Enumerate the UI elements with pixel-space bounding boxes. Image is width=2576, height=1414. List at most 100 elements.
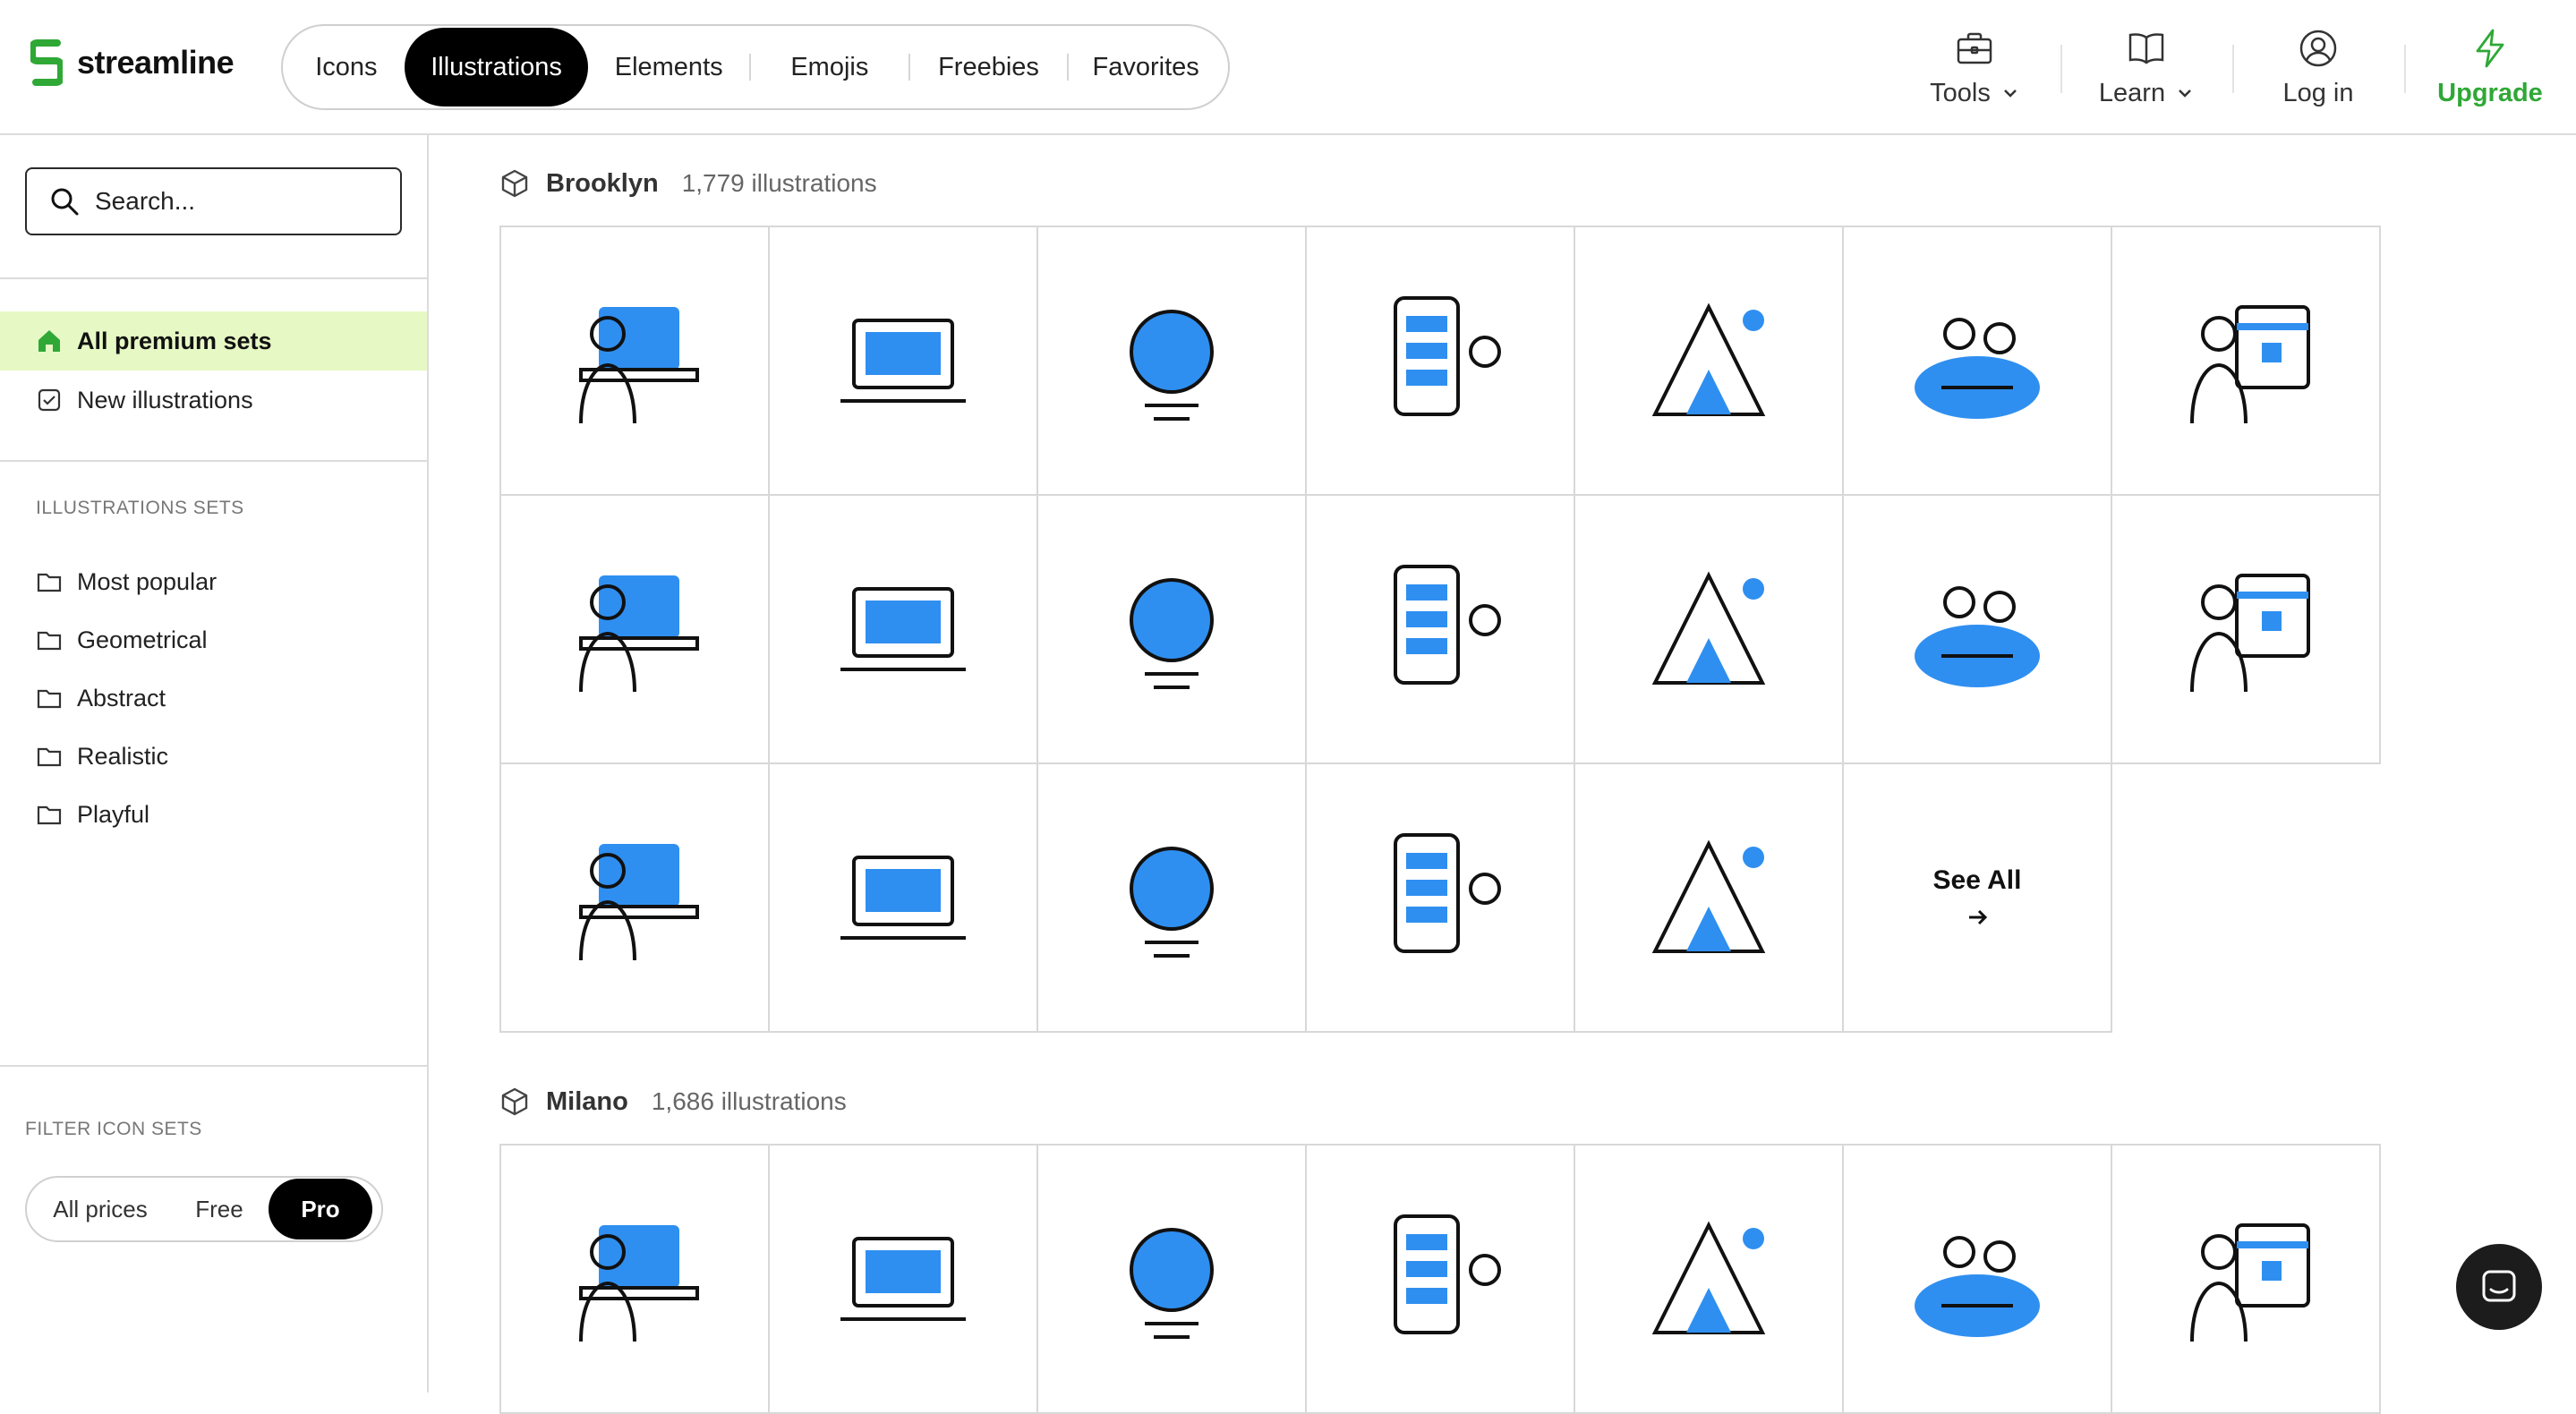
illustration-card-calendar-planning[interactable] <box>2111 226 2381 496</box>
sidebar-divider <box>0 460 427 462</box>
tab-icons[interactable]: Icons <box>288 28 405 106</box>
illustration-thumbnail-icon <box>1915 318 2040 419</box>
chat-icon <box>2482 1270 2516 1302</box>
illustration-card-running-treadmill[interactable] <box>1842 494 2112 764</box>
login-button[interactable]: Log in <box>2232 0 2404 134</box>
sidebar-item-geometrical[interactable]: Geometrical <box>0 610 427 669</box>
folder-icon <box>37 631 62 651</box>
illustration-thumbnail-icon <box>1651 1221 1766 1334</box>
header-actions: Tools Learn Log in Upgrade <box>1889 0 2576 134</box>
illustration-card-laptop-chat-messages[interactable] <box>1036 226 1307 496</box>
box-icon <box>501 169 528 198</box>
book-icon <box>2128 32 2164 64</box>
tab-illustrations[interactable]: Illustrations <box>404 28 589 106</box>
sidebar-item-label: All premium sets <box>77 327 272 354</box>
illustration-card-idea-puzzle[interactable] <box>499 762 770 1033</box>
search-input[interactable] <box>95 187 381 216</box>
illustration-thumbnail-icon <box>2190 1223 2310 1342</box>
illustration-card-beanbag-friends[interactable] <box>2111 494 2381 764</box>
illustration-card-remote-office-chair[interactable] <box>1036 494 1307 764</box>
sidebar-item-label: Realistic <box>77 742 169 770</box>
illustration-card-rating-review[interactable] <box>499 1144 770 1414</box>
illustration-thumbnail-icon <box>1651 839 1766 953</box>
illustration-card-phone-marketing[interactable] <box>499 494 770 764</box>
see-all-label: See All <box>1932 865 2022 895</box>
illustration-card-atm-keypad[interactable] <box>1842 1144 2112 1414</box>
sidebar-item-label: Most popular <box>77 567 218 595</box>
illustration-thumbnail-icon <box>579 307 699 424</box>
tab-favorites[interactable]: Favorites <box>1069 28 1223 106</box>
sidebar-item-label: Geometrical <box>77 626 208 653</box>
tab-freebies[interactable]: Freebies <box>910 28 1068 106</box>
sidebar-item-playful[interactable]: Playful <box>0 785 427 844</box>
sidebar-item-all-premium-sets[interactable]: All premium sets <box>0 311 427 371</box>
price-option-free[interactable]: Free <box>170 1179 269 1239</box>
illustration-thumbnail-icon <box>1130 847 1214 958</box>
illustration-card-growth-chart-team[interactable] <box>1036 762 1307 1033</box>
upgrade-button[interactable]: Upgrade <box>2404 0 2576 134</box>
folder-icon <box>37 747 62 767</box>
folder-icon <box>37 573 62 592</box>
sidebar-item-most-popular[interactable]: Most popular <box>0 552 427 611</box>
illustration-thumbnail-icon <box>2190 574 2310 693</box>
section-header-brooklyn: Brooklyn 1,779 illustrations <box>499 168 877 199</box>
illustration-card-city-bicycle[interactable] <box>768 494 1038 764</box>
illustration-thumbnail-icon <box>1915 586 2040 687</box>
illustration-card-relaxing-armchair[interactable] <box>768 762 1038 1033</box>
illustration-thumbnail-icon <box>840 587 966 671</box>
sidebar: All premium sets New illustrations ILLUS… <box>0 135 429 1393</box>
illustration-card-document-printer[interactable] <box>1305 1144 1575 1414</box>
tab-elements[interactable]: Elements <box>588 28 749 106</box>
illustration-card-team-workflow[interactable] <box>1574 226 1844 496</box>
tab-emojis[interactable]: Emojis <box>751 28 908 106</box>
upgrade-label: Upgrade <box>2437 78 2543 107</box>
illustration-card-team-hands-together[interactable] <box>1305 494 1575 764</box>
home-icon <box>38 330 60 352</box>
illustration-card-idea-lightbulb-collaboration[interactable] <box>1574 762 1844 1033</box>
illustration-card-documents-folder[interactable] <box>1305 762 1575 1033</box>
sidebar-item-realistic[interactable]: Realistic <box>0 727 427 786</box>
illustration-card-team-discussion[interactable] <box>1574 494 1844 764</box>
sidebar-item-abstract[interactable]: Abstract <box>0 669 427 728</box>
illustration-card-home-office-desk[interactable] <box>1574 1144 1844 1414</box>
streamline-logo[interactable]: streamline <box>30 39 235 86</box>
illustration-thumbnail-icon <box>840 1237 966 1321</box>
section-header-milano: Milano 1,686 illustrations <box>499 1086 847 1117</box>
illustration-thumbnail-icon <box>1651 571 1766 685</box>
illustration-card-night-desk-computer[interactable] <box>768 226 1038 496</box>
sidebar-item-label: New illustrations <box>77 386 253 413</box>
search-box[interactable] <box>25 167 402 235</box>
see-all-button[interactable]: See All <box>1842 762 2112 1033</box>
chevron-down-icon <box>2003 89 2017 98</box>
illustration-card-laptop-vacation[interactable] <box>1305 226 1575 496</box>
price-option-all[interactable]: All prices <box>30 1179 170 1239</box>
sidebar-divider <box>0 1065 427 1067</box>
illustration-sets-heading: ILLUSTRATIONS SETS <box>36 498 244 518</box>
illustration-thumbnail-icon <box>579 844 699 961</box>
illustration-card-creative-brain[interactable] <box>1036 1144 1307 1414</box>
illustration-thumbnail-icon <box>840 856 966 940</box>
illustration-card-office-chair-boxes[interactable] <box>2111 1144 2381 1414</box>
sidebar-item-new-illustrations[interactable]: New illustrations <box>0 371 427 430</box>
tools-menu-button[interactable]: Tools <box>1889 0 2060 134</box>
illustration-grid-brooklyn: See All <box>499 226 2381 1033</box>
chevron-down-icon <box>2179 89 2191 98</box>
chat-support-button[interactable] <box>2456 1244 2542 1330</box>
section-count: 1,779 illustrations <box>681 169 877 197</box>
learn-menu-button[interactable]: Learn <box>2060 0 2232 134</box>
illustration-thumbnail-icon <box>2190 305 2310 424</box>
illustration-thumbnail-icon <box>1130 1228 1214 1339</box>
section-title: Milano <box>546 1086 628 1116</box>
illustration-grid-milano <box>499 1144 2381 1414</box>
illustration-thumbnail-icon <box>1130 578 1214 689</box>
illustration-card-rocket-launch-team[interactable] <box>1842 226 2112 496</box>
price-option-pro[interactable]: Pro <box>269 1179 372 1239</box>
illustration-thumbnail-icon <box>1130 310 1214 421</box>
illustration-thumbnail-icon <box>1394 1214 1501 1334</box>
illustration-thumbnail-icon <box>1651 302 1766 416</box>
illustration-card-construction-laptop[interactable] <box>768 1144 1038 1414</box>
checkbox-icon <box>38 388 61 412</box>
illustration-card-thinking-brain[interactable] <box>499 226 770 496</box>
top-header: streamline Icons Illustrations Elements … <box>0 0 2576 135</box>
illustration-thumbnail-icon <box>1394 833 1501 953</box>
